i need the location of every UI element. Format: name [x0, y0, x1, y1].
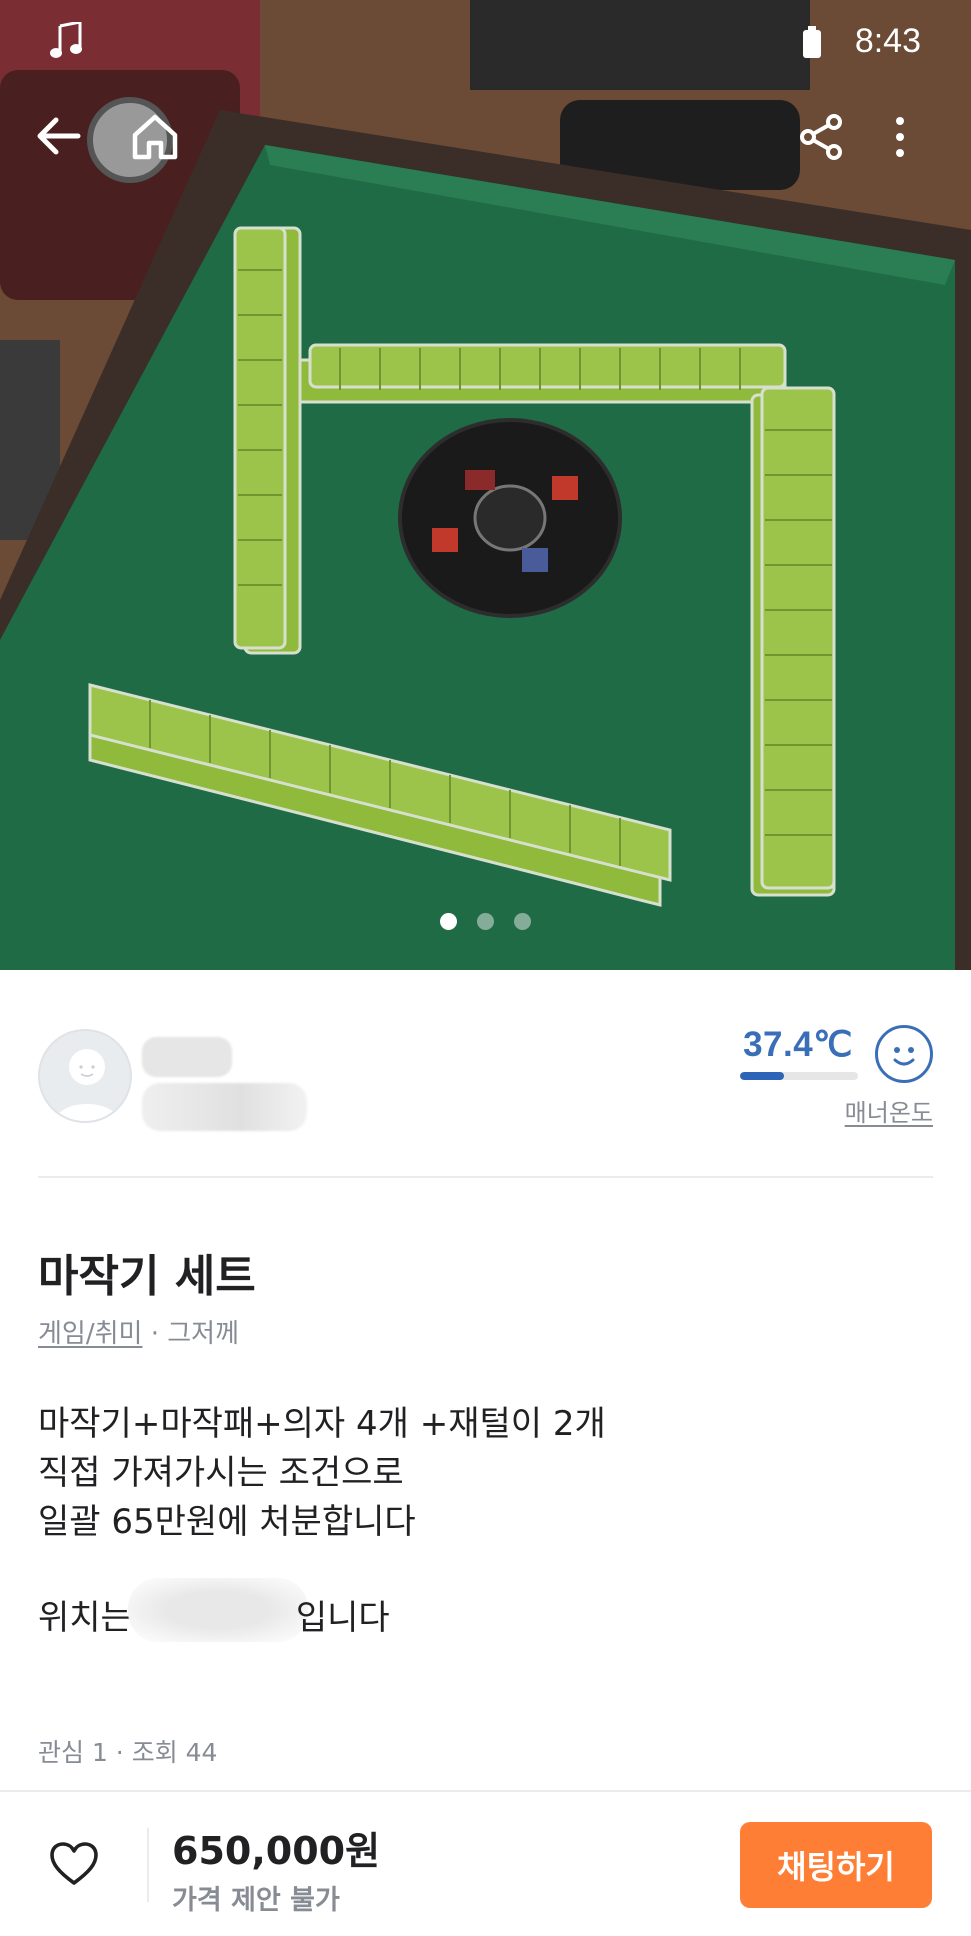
page-dot-2[interactable]	[477, 913, 494, 930]
description-line: 일괄 65만원에 처분합니다	[38, 1502, 416, 1542]
post-meta: 게임/취미 · 그저께	[38, 1313, 239, 1350]
page-dot-3[interactable]	[514, 913, 531, 930]
location-prefix: 위치는	[38, 1598, 132, 1638]
avatar[interactable]	[38, 1029, 132, 1123]
back-arrow-icon	[37, 117, 81, 155]
manner-temperature-label[interactable]: 매너온도	[845, 1093, 933, 1128]
back-button[interactable]	[34, 112, 98, 176]
home-icon	[132, 114, 178, 160]
page-dot-1[interactable]	[440, 913, 457, 930]
status-bar: 8:43	[0, 0, 971, 90]
location-redacted	[127, 1577, 308, 1642]
home-button[interactable]	[130, 112, 194, 176]
share-icon	[800, 114, 842, 160]
category-link[interactable]: 게임/취미	[38, 1319, 142, 1349]
default-avatar-icon	[54, 1049, 120, 1121]
smile-face-icon	[875, 1025, 933, 1083]
more-vertical-icon	[896, 117, 904, 157]
post-title: 마작기 세트	[38, 1251, 256, 1302]
battery-icon	[803, 26, 821, 58]
temperature-value: 37.4℃	[743, 1025, 853, 1064]
meta-separator: ·	[142, 1319, 168, 1349]
location-suffix: 입니다	[295, 1598, 390, 1638]
description-line: 마작기+마작패+의자 4개 +재털이 2개	[38, 1404, 606, 1444]
description-line: 직접 가져가시는 조건으로	[38, 1453, 404, 1493]
manner-temperature[interactable]: 37.4℃ 매너온도	[713, 1025, 933, 1145]
seller-profile[interactable]: 37.4℃ 매너온도	[38, 1025, 933, 1145]
location-line: 위치는 입니다	[38, 1577, 390, 1642]
chat-button[interactable]: 채팅하기	[740, 1822, 932, 1908]
temperature-bar	[740, 1072, 858, 1080]
post-time: 그저께	[167, 1319, 240, 1349]
post-description: 마작기+마작패+의자 4개 +재털이 2개 직접 가져가시는 조건으로 일괄 6…	[38, 1400, 606, 1547]
seller-location-redacted	[142, 1083, 307, 1131]
share-button[interactable]	[796, 112, 860, 176]
section-divider	[38, 1176, 933, 1178]
temperature-bar-fill	[740, 1072, 785, 1080]
vertical-divider	[147, 1828, 149, 1902]
photo-page-indicator	[0, 913, 971, 935]
more-button[interactable]	[890, 112, 954, 176]
price: 650,000원	[172, 1829, 381, 1873]
price-negotiation-status: 가격 제안 불가	[172, 1885, 340, 1916]
product-photo[interactable]: 8:43	[0, 0, 971, 970]
status-time: 8:43	[854, 22, 921, 60]
bottom-action-bar: 650,000원 가격 제안 불가 채팅하기	[0, 1790, 971, 1936]
seller-name-redacted	[142, 1037, 232, 1077]
heart-icon	[50, 1842, 98, 1885]
post-stats: 관심 1 · 조회 44	[38, 1738, 218, 1767]
like-button[interactable]	[42, 1832, 106, 1896]
